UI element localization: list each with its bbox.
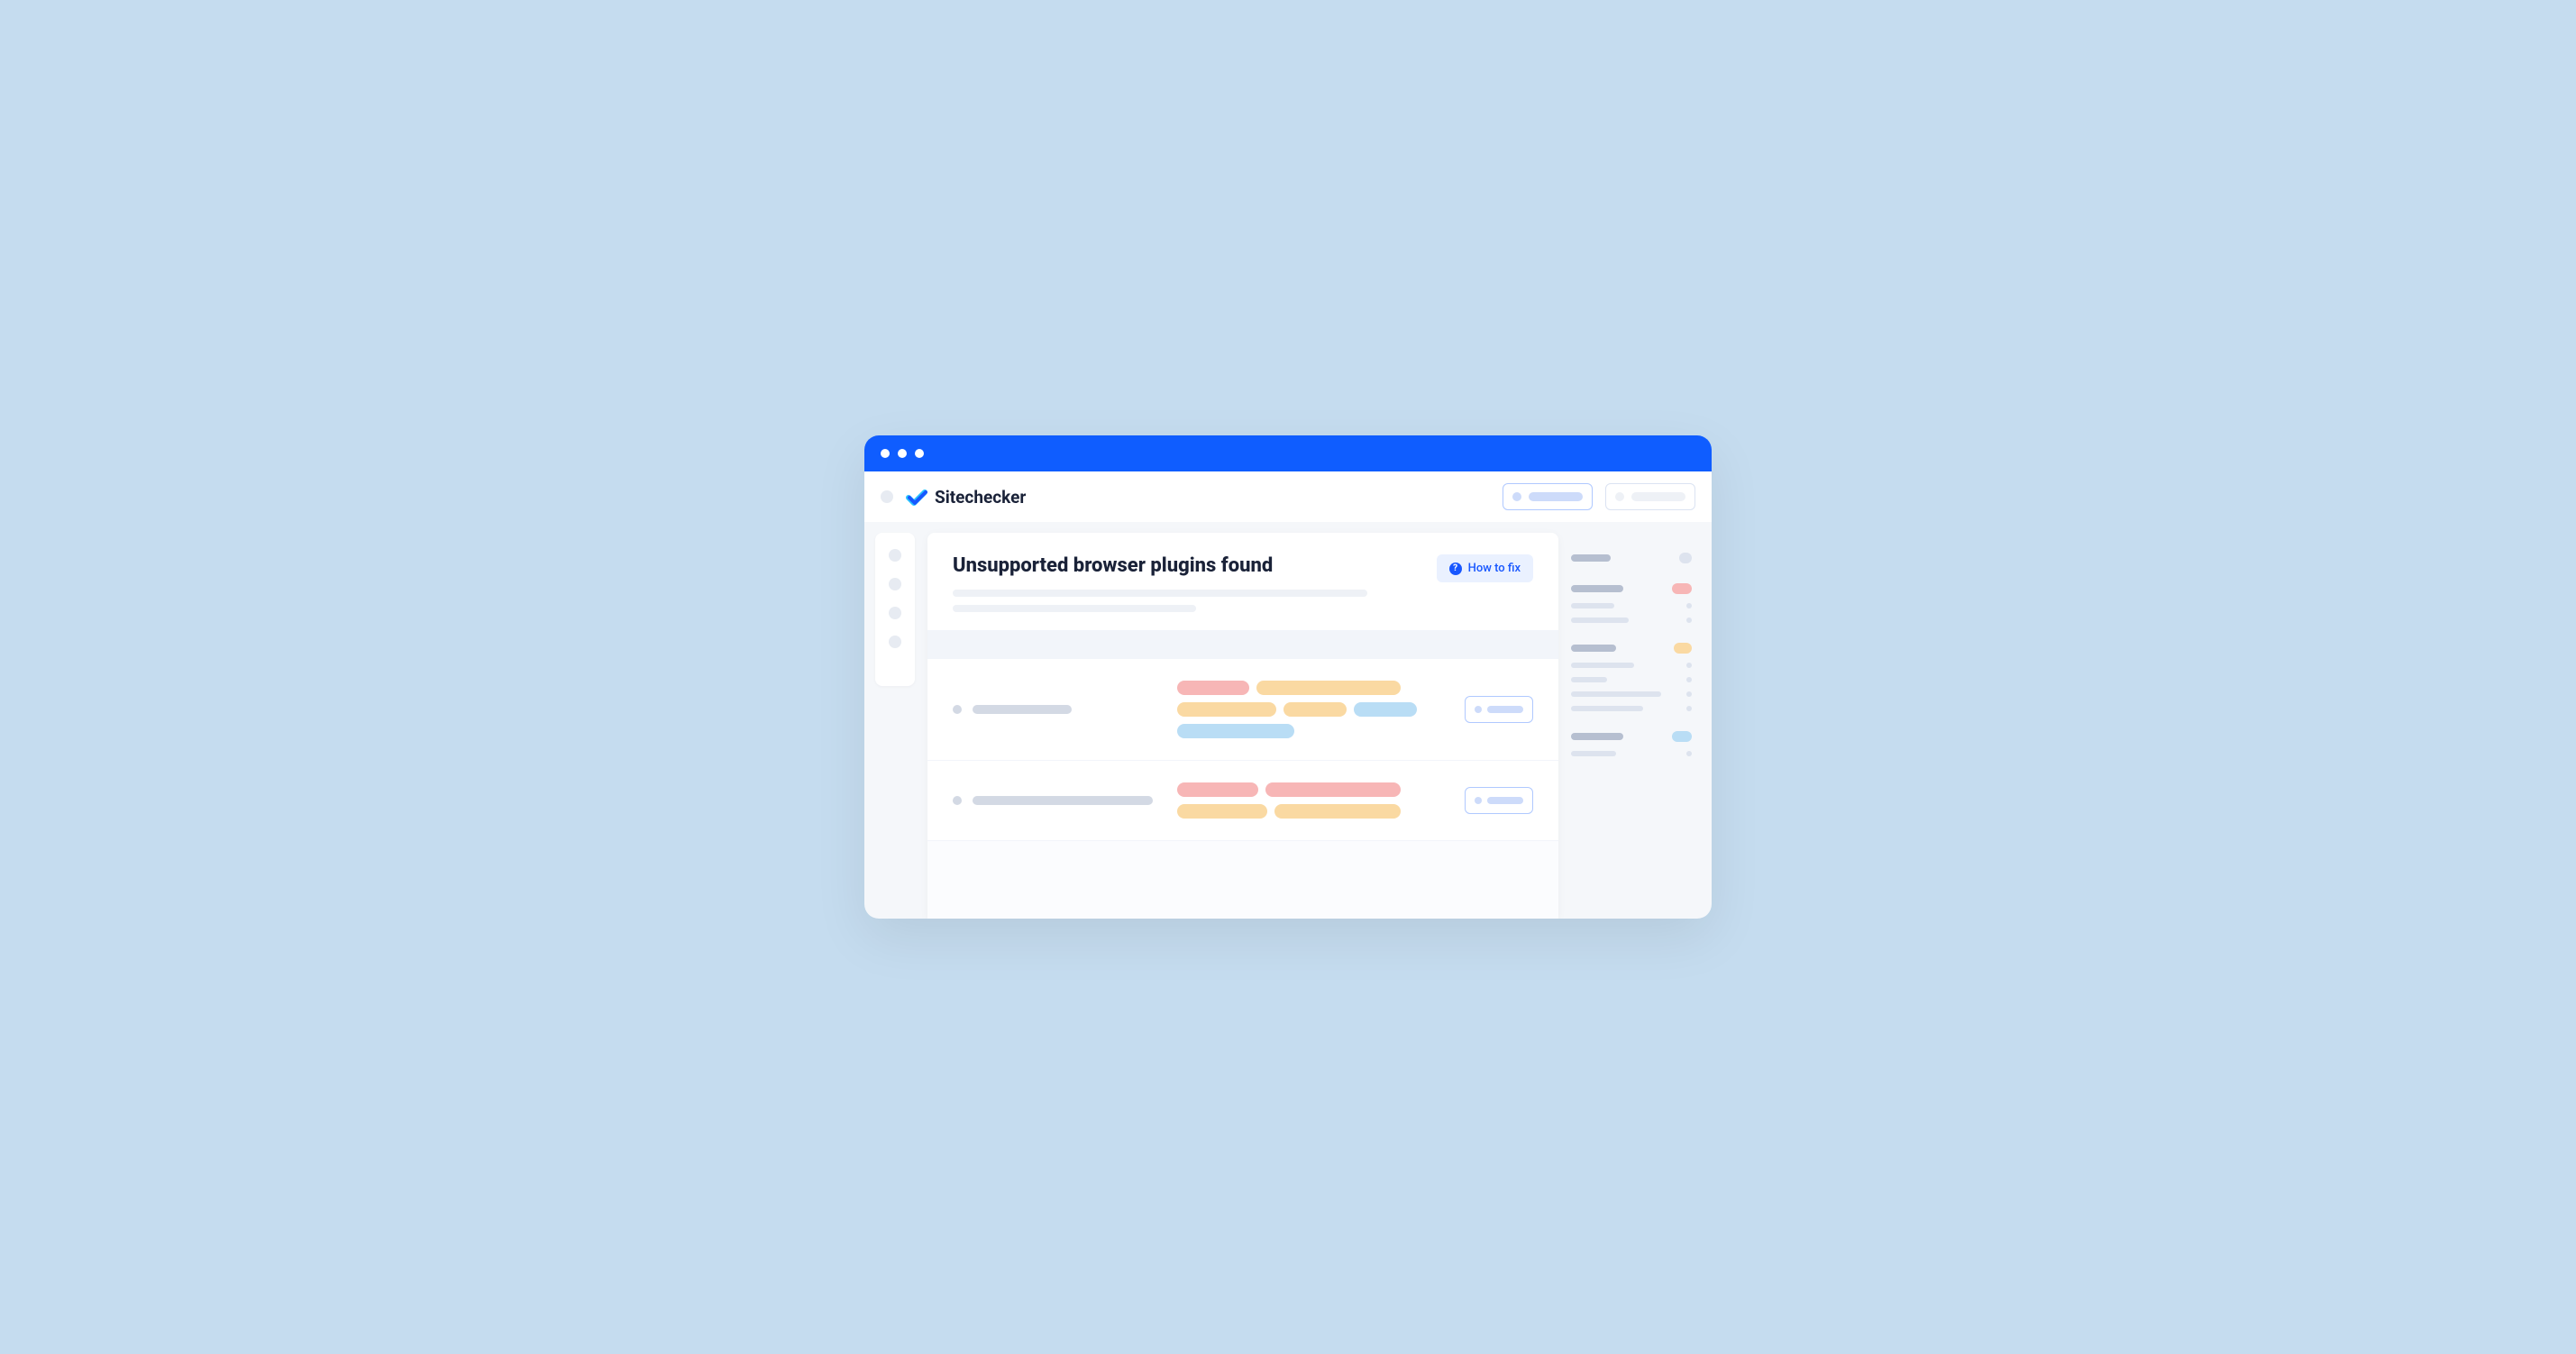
rp-item[interactable] xyxy=(1571,751,1692,756)
rp-item[interactable] xyxy=(1571,618,1692,623)
traffic-min[interactable] xyxy=(898,449,907,458)
tag xyxy=(1177,681,1249,695)
traffic-max[interactable] xyxy=(915,449,924,458)
rp-group-title xyxy=(1571,585,1623,592)
issue-row xyxy=(927,761,1558,841)
issue-rows xyxy=(927,659,1558,841)
body: Unsupported browser plugins found ? How … xyxy=(864,522,1712,919)
row-action-button[interactable] xyxy=(1465,696,1533,723)
brand-check-icon xyxy=(906,486,927,508)
rp-item[interactable] xyxy=(1571,603,1692,608)
rp-group xyxy=(1571,553,1692,563)
titlebar xyxy=(864,435,1712,471)
rp-badge xyxy=(1679,553,1692,563)
tag xyxy=(1177,782,1258,797)
rp-badge xyxy=(1672,731,1692,742)
tag xyxy=(1265,782,1401,797)
row-label xyxy=(973,796,1153,805)
row-tags xyxy=(1177,681,1447,738)
brand[interactable]: Sitechecker xyxy=(906,486,1026,508)
rp-badge xyxy=(1674,643,1692,654)
rp-group xyxy=(1571,643,1692,711)
row-label xyxy=(973,705,1072,714)
row-status-dot xyxy=(953,796,962,805)
brand-name: Sitechecker xyxy=(935,487,1026,508)
tag xyxy=(1274,804,1401,819)
rp-group-title xyxy=(1571,554,1611,562)
tag xyxy=(1256,681,1401,695)
rp-group xyxy=(1571,731,1692,756)
sidebar-item[interactable] xyxy=(889,549,901,562)
rp-group-title xyxy=(1571,645,1616,652)
subtitle-line xyxy=(953,605,1196,612)
tag xyxy=(1354,702,1417,717)
rp-group xyxy=(1571,583,1692,623)
right-panel xyxy=(1558,533,1712,919)
rp-item[interactable] xyxy=(1571,677,1692,682)
row-action-button[interactable] xyxy=(1465,787,1533,814)
header-secondary-button[interactable] xyxy=(1605,483,1695,510)
row-tags xyxy=(1177,782,1447,819)
how-to-fix-label: How to fix xyxy=(1468,562,1521,575)
rp-item[interactable] xyxy=(1571,706,1692,711)
sidebar-item[interactable] xyxy=(889,636,901,648)
how-to-fix-button[interactable]: ? How to fix xyxy=(1437,554,1533,582)
app-window: Sitechecker Unsupported browser plugins … xyxy=(864,435,1712,919)
page-title: Unsupported browser plugins found xyxy=(953,554,1437,577)
tag xyxy=(1177,702,1276,717)
tab-strip xyxy=(927,630,1558,659)
header-primary-button[interactable] xyxy=(1503,483,1593,510)
rp-item[interactable] xyxy=(1571,663,1692,668)
tag xyxy=(1177,804,1267,819)
issue-row xyxy=(927,659,1558,761)
traffic-close[interactable] xyxy=(881,449,890,458)
help-icon: ? xyxy=(1449,563,1462,575)
menu-icon[interactable] xyxy=(881,490,893,503)
sidebar xyxy=(875,533,915,686)
main-panel: Unsupported browser plugins found ? How … xyxy=(927,533,1558,919)
hero: Unsupported browser plugins found ? How … xyxy=(927,533,1558,630)
row-status-dot xyxy=(953,705,962,714)
rp-item[interactable] xyxy=(1571,691,1692,697)
sidebar-item[interactable] xyxy=(889,578,901,590)
rp-group-title xyxy=(1571,733,1623,740)
tag xyxy=(1283,702,1347,717)
rp-badge xyxy=(1672,583,1692,594)
subtitle-line xyxy=(953,590,1367,597)
sidebar-item[interactable] xyxy=(889,607,901,619)
tag xyxy=(1177,724,1294,738)
header: Sitechecker xyxy=(864,471,1712,522)
